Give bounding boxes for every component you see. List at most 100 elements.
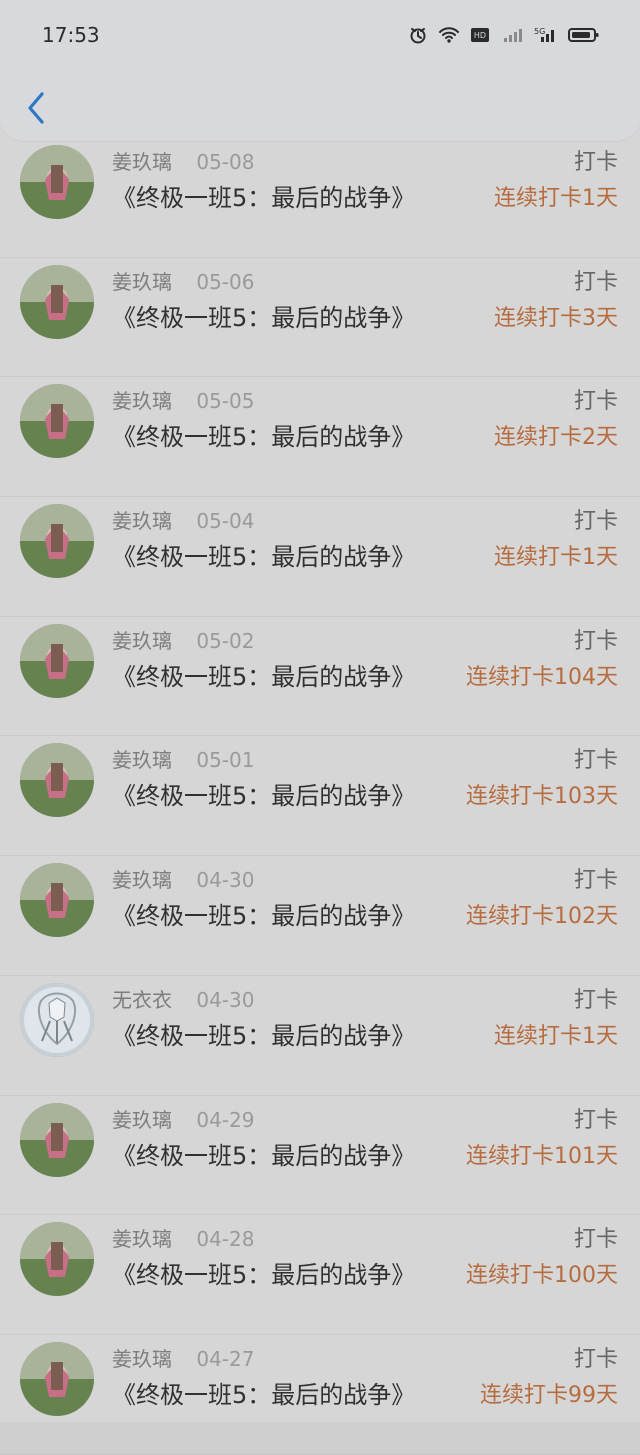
user-meta: 姜玖璃 04-29	[112, 1104, 254, 1133]
user-meta: 姜玖璃 05-02	[112, 625, 254, 654]
entry-date: 05-06	[196, 269, 255, 294]
entry-title: 《终极一班5：最后的战争》	[112, 303, 416, 332]
user-meta: 无衣衣 04-30	[112, 984, 254, 1013]
user-avatar	[20, 743, 94, 818]
list-item[interactable]: 姜玖璃 04-29 《终极一班5：最后的战争》 打卡 连续打卡101天	[0, 1096, 640, 1216]
entry-title: 《终极一班5：最后的战争》	[112, 902, 416, 931]
list-item[interactable]: 姜玖璃 05-01 《终极一班5：最后的战争》 打卡 连续打卡103天	[0, 736, 640, 857]
streak-label: 连续打卡1天	[494, 1023, 618, 1049]
back-button[interactable]	[18, 88, 54, 128]
entry-date: 04-28	[196, 1227, 255, 1252]
checkin-tag: 打卡	[573, 269, 618, 295]
user-meta: 姜玖璃 04-28	[112, 1223, 254, 1252]
streak-label: 连续打卡101天	[466, 1143, 618, 1169]
user-avatar	[20, 384, 94, 459]
entry-title: 《终极一班5：最后的战争》	[112, 1141, 416, 1170]
user-name: 姜玖璃	[112, 1107, 172, 1132]
entry-date: 05-05	[196, 389, 255, 414]
user-meta: 姜玖璃 05-06	[112, 266, 254, 295]
entry-date: 04-29	[196, 1107, 255, 1132]
list-item[interactable]: 姜玖璃 05-06 《终极一班5：最后的战争》 打卡 连续打卡3天	[0, 258, 640, 378]
user-avatar	[20, 982, 94, 1057]
streak-label: 连续打卡100天	[466, 1263, 618, 1289]
user-avatar	[20, 504, 94, 579]
user-name: 姜玖璃	[112, 1346, 172, 1371]
list-item[interactable]: 姜玖璃 04-30 《终极一班5：最后的战争》 打卡 连续打卡102天	[0, 856, 640, 976]
list-item[interactable]: 无衣衣 04-30 《终极一班5：最后的战争》 打卡 连续打卡1天	[0, 976, 640, 1096]
entry-date: 05-04	[196, 509, 255, 534]
entry-date: 05-01	[196, 748, 255, 773]
user-avatar	[20, 1102, 94, 1177]
user-name: 无衣衣	[112, 987, 172, 1012]
user-meta: 姜玖璃 05-04	[112, 505, 254, 534]
user-avatar	[20, 145, 94, 219]
streak-label: 连续打卡2天	[494, 425, 618, 451]
user-name: 姜玖璃	[112, 868, 172, 893]
time-text: 17:53	[42, 23, 100, 47]
user-name: 姜玖璃	[112, 1227, 172, 1252]
checkin-tag: 打卡	[573, 987, 618, 1013]
user-name: 姜玖璃	[112, 269, 172, 294]
streak-label: 连续打卡3天	[494, 305, 618, 331]
entry-title: 《终极一班5：最后的战争》	[112, 184, 416, 212]
checkin-list: 姜玖璃 05-08 《终极一班5：最后的战争》 打卡 连续打卡1天 姜玖璃 05…	[0, 138, 640, 1455]
checkin-tag: 打卡	[573, 389, 618, 415]
user-meta: 姜玖璃 05-05	[112, 385, 254, 414]
user-name: 姜玖璃	[112, 628, 172, 653]
user-avatar	[20, 1341, 94, 1416]
signal-icon	[502, 26, 524, 44]
entry-title: 《终极一班5：最后的战争》	[112, 1261, 416, 1290]
streak-label: 连续打卡102天	[466, 904, 618, 930]
entry-title: 《终极一班5：最后的战争》	[112, 423, 416, 452]
hd-icon: HD	[470, 26, 492, 44]
user-meta: 姜玖璃 04-30	[112, 864, 254, 893]
svg-text:HD: HD	[474, 31, 486, 40]
entry-date: 05-02	[196, 628, 255, 653]
user-meta: 姜玖璃 04-27	[112, 1343, 254, 1372]
streak-label: 连续打卡1天	[494, 545, 618, 571]
entry-date: 04-30	[196, 987, 255, 1012]
checkin-tag: 打卡	[573, 1227, 618, 1253]
user-avatar	[20, 623, 94, 698]
chevron-left-icon	[28, 92, 44, 124]
user-name: 姜玖璃	[112, 150, 172, 174]
checkin-tag: 打卡	[573, 628, 618, 654]
list-item[interactable]: 姜玖璃 04-28 《终极一班5：最后的战争》 打卡 连续打卡100天	[0, 1215, 640, 1335]
user-avatar	[20, 1222, 94, 1297]
5g-icon: 5G	[534, 26, 558, 44]
checkin-tag: 打卡	[573, 748, 618, 774]
checkin-tag: 打卡	[573, 868, 618, 894]
entry-title: 《终极一班5：最后的战争》	[112, 782, 416, 811]
entry-title: 《终极一班5：最后的战争》	[112, 1380, 416, 1409]
status-icons: HD 5G	[408, 25, 600, 45]
streak-label: 连续打卡99天	[480, 1382, 618, 1408]
wifi-icon	[438, 26, 460, 44]
list-item[interactable]: 姜玖璃 05-05 《终极一班5：最后的战争》 打卡 连续打卡2天	[0, 377, 640, 498]
streak-label: 连续打卡103天	[466, 784, 618, 810]
user-name: 姜玖璃	[112, 509, 172, 534]
entry-title: 《终极一班5：最后的战争》	[112, 662, 416, 691]
user-avatar	[20, 264, 94, 339]
list-item[interactable]: 姜玖璃 05-02 《终极一班5：最后的战争》 打卡 连续打卡104天	[0, 617, 640, 737]
status-bar: 17:53 HD 5G	[0, 0, 640, 70]
page: 17:53 HD 5G 姜玖璃 05-08 《终极一班5：最后的战争》 打卡 连…	[0, 0, 640, 1455]
user-name: 姜玖璃	[112, 748, 172, 773]
user-name: 姜玖璃	[112, 389, 172, 414]
list-item[interactable]: 姜玖璃 05-04 《终极一班5：最后的战争》 打卡 连续打卡1天	[0, 497, 640, 617]
checkin-tag: 打卡	[573, 1346, 618, 1372]
entry-date: 04-30	[196, 868, 255, 893]
entry-date: 04-27	[196, 1346, 255, 1371]
user-avatar	[20, 863, 94, 938]
battery-icon	[568, 26, 600, 44]
alarm-icon	[408, 25, 428, 45]
streak-label: 连续打卡104天	[466, 664, 618, 690]
checkin-tag: 打卡	[573, 509, 618, 535]
checkin-tag: 打卡	[573, 1107, 618, 1133]
list-item[interactable]: 姜玖璃 04-27 《终极一班5：最后的战争》 打卡 连续打卡99天	[0, 1335, 640, 1455]
streak-label: 连续打卡1天	[494, 186, 618, 211]
entry-title: 《终极一班5：最后的战争》	[112, 1021, 416, 1050]
user-meta: 姜玖璃 05-08	[112, 146, 254, 175]
user-meta: 姜玖璃 05-01	[112, 744, 254, 773]
list-item[interactable]: 姜玖璃 05-08 《终极一班5：最后的战争》 打卡 连续打卡1天	[0, 138, 640, 258]
entry-title: 《终极一班5：最后的战争》	[112, 543, 416, 572]
